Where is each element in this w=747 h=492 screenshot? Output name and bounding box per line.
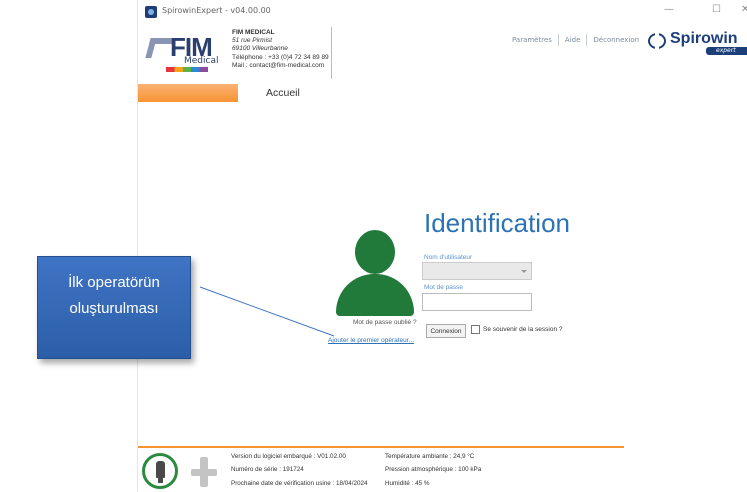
company-phone: Téléphone : +33 (0)4 72 34 89 89 — [232, 53, 329, 61]
logout-link[interactable]: Déconnexion — [587, 36, 645, 44]
settings-link[interactable]: Paramètres — [506, 36, 558, 44]
app-window: SpirowinExpert - v04.00.00 — ☐ ✕ FIM Med… — [137, 0, 747, 492]
chevron-down-icon — [521, 270, 527, 273]
callout-line-2: oluşturulması — [69, 300, 159, 317]
header-divider — [331, 27, 332, 79]
tab-bar: Accueil — [138, 82, 747, 106]
remember-label: Se souvenir de la session ? — [483, 326, 563, 333]
remember-session[interactable]: Se souvenir de la session ? — [471, 325, 563, 334]
company-name: FIM MEDICAL — [232, 29, 275, 36]
spirowin-mark-icon — [648, 33, 666, 49]
add-first-operator-link[interactable]: Ajouter le premier opérateur... — [328, 337, 414, 344]
serial-number: Numéro de série : 191724 — [231, 466, 304, 473]
password-input[interactable] — [422, 293, 532, 311]
app-icon — [145, 6, 157, 18]
forgot-password-link[interactable]: Mot de passe oublié ? — [353, 319, 417, 326]
top-nav: Paramètres Aide Déconnexion — [506, 34, 645, 46]
spirometer-device-icon — [142, 453, 178, 489]
spirowin-brand-tag: expert — [706, 47, 747, 55]
spirowin-brand-name: Spirowin — [670, 30, 738, 47]
remember-checkbox[interactable] — [471, 325, 480, 334]
connect-button[interactable]: Connexion — [426, 324, 466, 338]
password-label: Mot de passe — [424, 284, 464, 291]
user-avatar-icon — [336, 230, 414, 316]
title-bar: SpirowinExpert - v04.00.00 — ☐ ✕ — [138, 0, 747, 24]
footer-divider — [138, 446, 624, 448]
header: FIM Medical FIM MEDICAL 51 rue Pirmist 6… — [138, 24, 747, 82]
logo-color-strip — [166, 67, 208, 72]
orange-accent-bar — [138, 84, 238, 102]
company-contact: FIM MEDICAL 51 rue Pirmist 69100 Villeur… — [232, 29, 329, 70]
company-city: 69100 Villeurbanne — [232, 45, 288, 53]
next-check-date: Prochaine date de vérification usine : 1… — [231, 480, 368, 487]
ambient-temperature: Température ambiante : 24,9 °C — [385, 453, 475, 460]
logo-medical-text: Medical — [184, 56, 219, 66]
username-label: Nom d'utilisateur — [424, 254, 473, 261]
company-street: 51 rue Pirmist — [232, 37, 273, 45]
window-title: SpirowinExpert - v04.00.00 — [162, 6, 271, 15]
software-version: Version du logiciel embarqué : V01.02.00 — [231, 453, 346, 460]
fim-medical-logo: FIM Medical — [145, 32, 226, 74]
username-select[interactable] — [422, 262, 532, 280]
avatar-body — [336, 274, 414, 316]
atmospheric-pressure: Pression atmosphérique : 100 kPa — [385, 466, 482, 473]
identification-title: Identification — [424, 208, 570, 238]
tab-home[interactable]: Accueil — [266, 87, 300, 99]
company-mail: Mail : contact@fim-medical.com — [232, 61, 325, 69]
maximize-button[interactable]: ☐ — [712, 4, 721, 15]
help-link[interactable]: Aide — [559, 36, 586, 44]
callout-box: İlk operatörün oluşturulması — [37, 256, 191, 359]
spirowin-logo: Spirowin expert — [646, 29, 747, 55]
avatar-head — [355, 230, 395, 274]
callout-line-1: İlk operatörün — [68, 274, 160, 291]
close-button[interactable]: ✕ — [741, 4, 747, 15]
humidity: Humidité : 45 % — [385, 480, 430, 487]
turbine-icon — [191, 457, 217, 487]
minimize-button[interactable]: — — [664, 4, 674, 15]
